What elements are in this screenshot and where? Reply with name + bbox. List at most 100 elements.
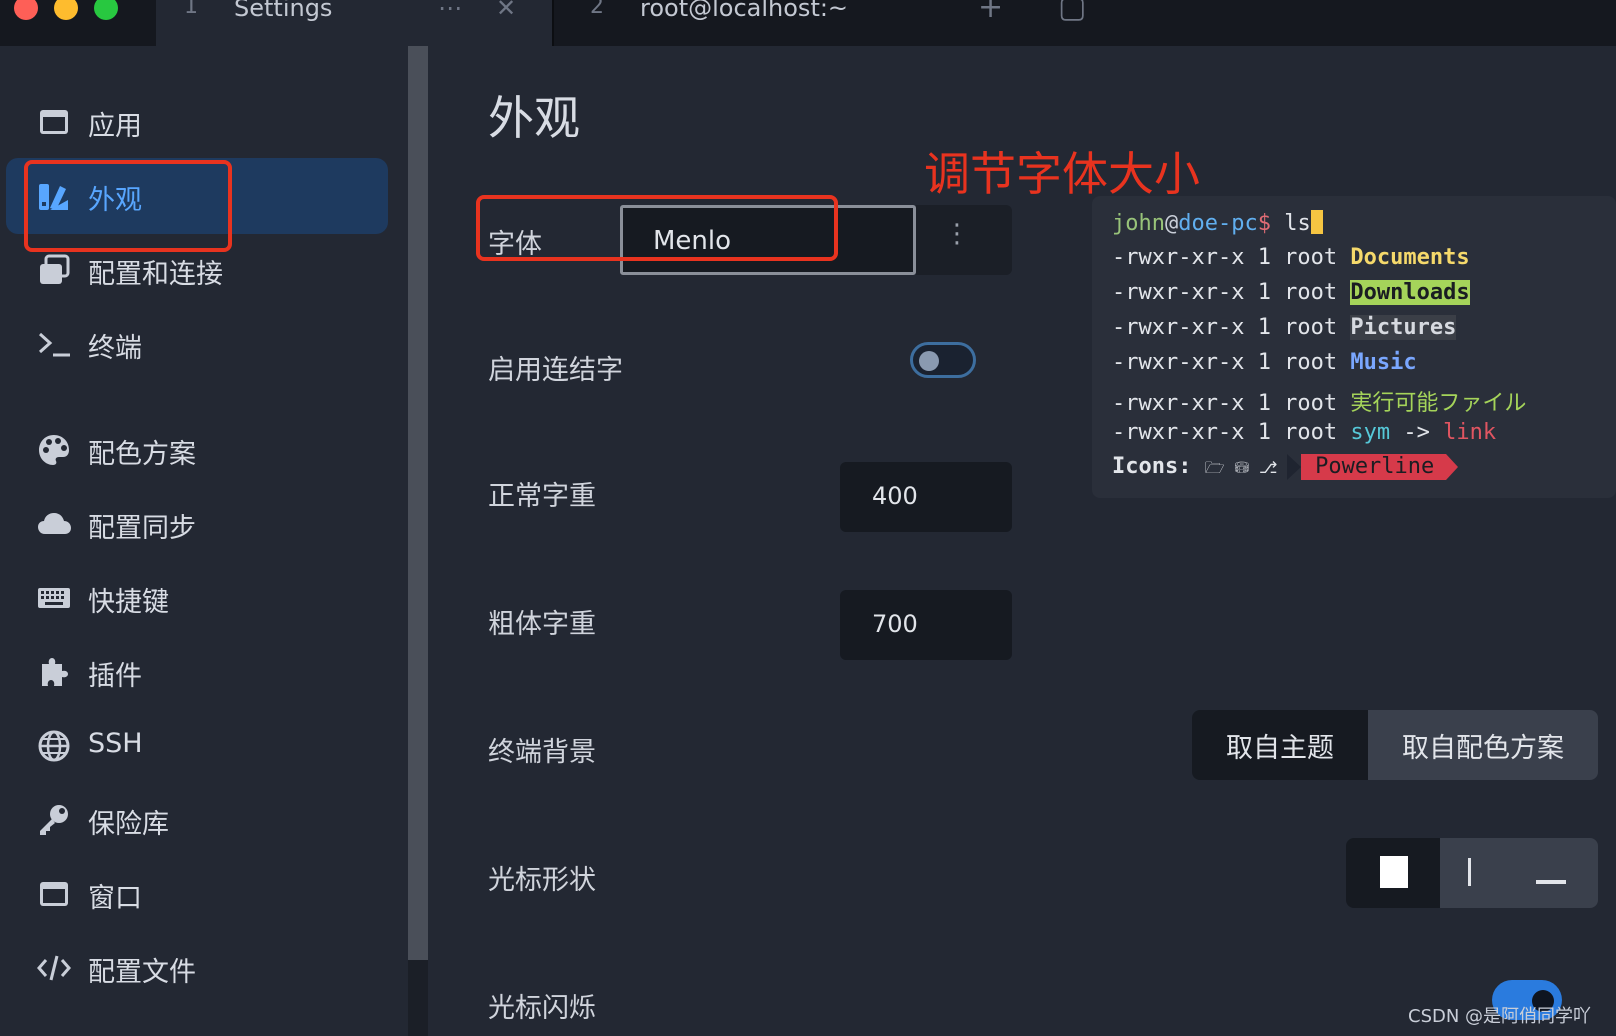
sidebar-item-ssh[interactable]: SSH bbox=[6, 708, 388, 784]
listing-line: -rwxr-xr-x 1 root Downloads bbox=[1112, 280, 1470, 305]
listing-name: Music bbox=[1350, 350, 1417, 375]
symlink-target: link bbox=[1443, 420, 1497, 445]
tab-close-icon[interactable]: ✕ bbox=[496, 0, 516, 22]
ligatures-toggle[interactable] bbox=[910, 342, 976, 378]
cursor-block-icon bbox=[1380, 856, 1408, 888]
listing-line: -rwxr-xr-x 1 root Music bbox=[1112, 350, 1417, 375]
listing-perms: -rwxr-xr-x 1 root bbox=[1112, 315, 1351, 340]
minimize-window-button[interactable] bbox=[54, 0, 78, 20]
annotation-text: 调节字体大小 bbox=[924, 147, 1200, 201]
cursor-beam-underline-group bbox=[1440, 838, 1598, 908]
powerline-segment: Powerline bbox=[1301, 454, 1447, 480]
powerline-right-arrow bbox=[1446, 454, 1459, 480]
listing-name: Pictures bbox=[1350, 315, 1457, 340]
puzzle-icon bbox=[42, 658, 68, 686]
sidebar-item-application[interactable]: 应用 bbox=[6, 84, 388, 160]
bold-weight-label: 粗体字重 bbox=[488, 609, 596, 640]
font-more-button[interactable]: ⋮ bbox=[916, 205, 1012, 275]
normal-weight-label: 正常字重 bbox=[488, 481, 596, 512]
tab-menu-icon[interactable]: ⋯ bbox=[438, 0, 462, 22]
bold-weight-input[interactable]: 700 bbox=[840, 590, 1012, 660]
sidebar-item-config-sync[interactable]: 配置同步 bbox=[6, 486, 388, 562]
profiles-icon bbox=[40, 254, 70, 284]
listing-name: sym bbox=[1350, 420, 1391, 445]
listing-line: -rwxr-xr-x 1 root sym -> link bbox=[1112, 420, 1496, 445]
cursor-underline-icon[interactable] bbox=[1536, 880, 1566, 884]
annotation-box-appearance bbox=[24, 160, 232, 252]
cursor-blink-label: 光标闪烁 bbox=[488, 993, 596, 1024]
watermark: CSDN @是阿俏同学吖 bbox=[1408, 1006, 1592, 1027]
globe-icon bbox=[38, 730, 70, 762]
sidebar-item-color-scheme[interactable]: 配色方案 bbox=[6, 412, 388, 488]
sidebar-item-label: 配色方案 bbox=[88, 439, 196, 470]
bg-from-scheme-button[interactable]: 取自配色方案 bbox=[1368, 710, 1598, 780]
palette-icon bbox=[39, 435, 69, 465]
sidebar-item-label: 配置和连接 bbox=[88, 259, 223, 290]
listing-perms: -rwxr-xr-x 1 root bbox=[1112, 391, 1351, 416]
window-mode-icon[interactable]: ▢ bbox=[1058, 0, 1086, 25]
sidebar-item-plugins[interactable]: 插件 bbox=[6, 634, 388, 710]
terminal-preview: john@doe-pc$ ls -rwxr-xr-x 1 root Docume… bbox=[1092, 196, 1616, 498]
page-title: 外观 bbox=[488, 91, 580, 145]
toggle-knob bbox=[919, 351, 939, 371]
listing-perms: -rwxr-xr-x 1 root bbox=[1112, 420, 1351, 445]
terminal-background-label: 终端背景 bbox=[488, 737, 596, 768]
normal-weight-input[interactable]: 400 bbox=[840, 462, 1012, 532]
sidebar-item-label: 配置文件 bbox=[88, 957, 196, 988]
sidebar-item-label: 终端 bbox=[88, 333, 142, 364]
keyboard-icon bbox=[38, 588, 70, 608]
cursor-shape-label: 光标形状 bbox=[488, 865, 596, 896]
window-icon bbox=[40, 882, 68, 906]
prompt-at: @ bbox=[1164, 211, 1179, 236]
powerline-left-arrow bbox=[1287, 454, 1302, 480]
close-window-button[interactable] bbox=[14, 0, 38, 20]
sidebar-item-label: 应用 bbox=[88, 111, 142, 142]
code-icon bbox=[37, 955, 71, 981]
sidebar-item-config-file[interactable]: 配置文件 bbox=[6, 930, 388, 1006]
maximize-window-button[interactable] bbox=[94, 0, 118, 20]
new-tab-icon[interactable]: + bbox=[978, 0, 1003, 25]
more-icon: ⋮ bbox=[944, 219, 970, 249]
terminal-background-selector: 取自主题 取自配色方案 bbox=[1192, 710, 1598, 780]
terminal-icon bbox=[38, 332, 70, 357]
sidebar-item-terminal[interactable]: 终端 bbox=[6, 306, 388, 382]
listing-perms: -rwxr-xr-x 1 root bbox=[1112, 350, 1351, 375]
listing-line: -rwxr-xr-x 1 root 実行可能ファイル bbox=[1112, 385, 1526, 417]
sidebar-item-vault[interactable]: 保险库 bbox=[6, 782, 388, 858]
listing-name: Downloads bbox=[1350, 280, 1470, 305]
icons-label: Icons: bbox=[1112, 454, 1205, 479]
cloud-icon bbox=[38, 513, 71, 534]
sidebar-item-hotkeys[interactable]: 快捷键 bbox=[6, 560, 388, 636]
sidebar-scroll-thumb[interactable] bbox=[408, 46, 428, 960]
tab-title: root@localhost:~ bbox=[640, 0, 849, 22]
tab-title: Settings bbox=[234, 0, 333, 22]
tab-number: 2 bbox=[590, 0, 604, 19]
app-window: 1 Settings ⋯ ✕ 2 root@localhost:~ + ▢ 应用 bbox=[0, 0, 1616, 1036]
normal-weight-value: 400 bbox=[872, 482, 918, 510]
listing-perms: -rwxr-xr-x 1 root bbox=[1112, 280, 1351, 305]
listing-name: Documents bbox=[1350, 245, 1470, 270]
sidebar-item-label: 保险库 bbox=[88, 809, 169, 840]
icons-line: Icons: 🗁 ⛁ ⎇ Powerline bbox=[1112, 454, 1459, 484]
sidebar-item-label: 配置同步 bbox=[88, 513, 196, 544]
prompt-user: john bbox=[1112, 211, 1165, 236]
icons-glyphs: 🗁 ⛁ ⎇ bbox=[1204, 458, 1288, 477]
key-icon bbox=[40, 805, 68, 835]
sidebar-item-label: 快捷键 bbox=[88, 587, 169, 618]
bg-from-theme-button[interactable]: 取自主题 bbox=[1192, 710, 1368, 780]
sidebar-item-label: 窗口 bbox=[88, 883, 142, 914]
listing-name: 実行可能ファイル bbox=[1350, 391, 1527, 416]
prompt-command: ls bbox=[1270, 211, 1311, 236]
sidebar-item-label: SSH bbox=[88, 728, 143, 759]
sidebar-item-window[interactable]: 窗口 bbox=[6, 856, 388, 932]
tab-terminal[interactable]: 2 root@localhost:~ + ▢ bbox=[554, 0, 1616, 46]
prompt-line: john@doe-pc$ ls bbox=[1112, 210, 1323, 236]
prompt-dollar: $ bbox=[1257, 211, 1271, 236]
cursor-beam-icon[interactable] bbox=[1468, 858, 1471, 886]
listing-line: -rwxr-xr-x 1 root Pictures bbox=[1112, 315, 1457, 340]
ligatures-label: 启用连结字 bbox=[488, 355, 623, 386]
tab-number: 1 bbox=[184, 0, 198, 19]
listing-perms: -rwxr-xr-x 1 root bbox=[1112, 245, 1351, 270]
tab-settings[interactable]: 1 Settings ⋯ ✕ bbox=[156, 0, 552, 46]
symlink-arrow: -> bbox=[1390, 420, 1444, 445]
